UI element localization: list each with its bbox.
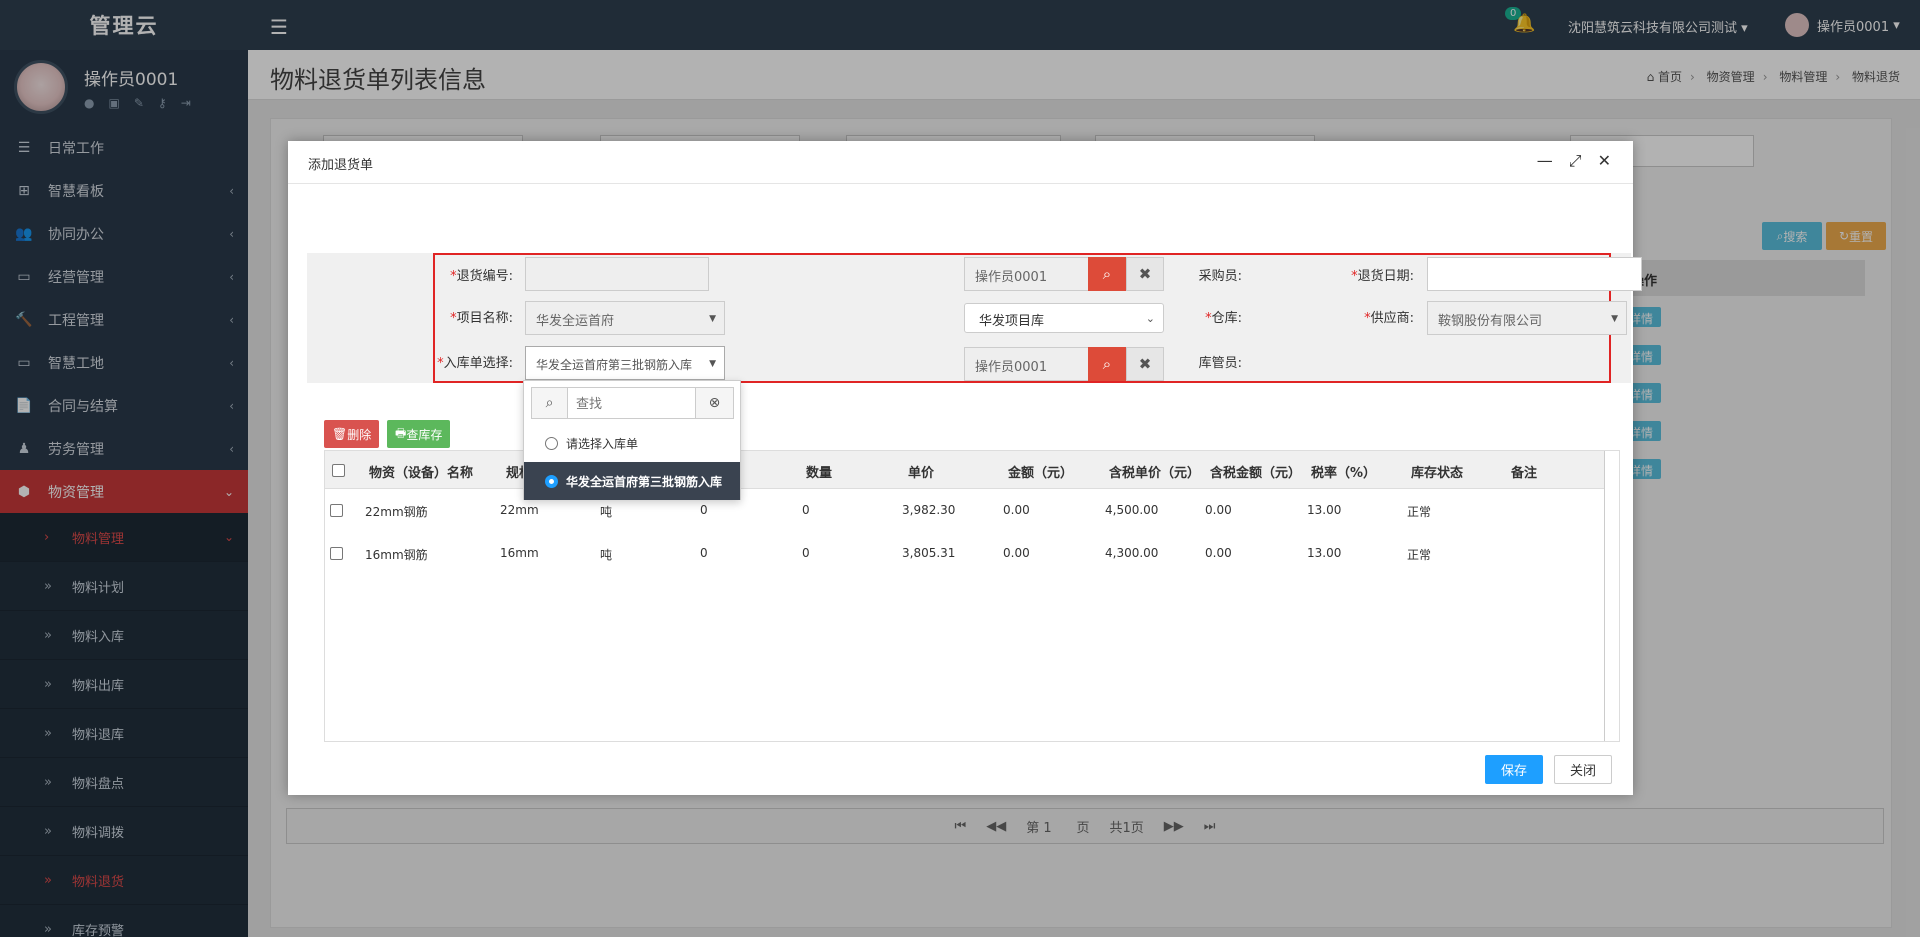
col-remark[interactable]: 备注 xyxy=(1511,462,1537,481)
col-rate[interactable]: 税率（%） xyxy=(1311,462,1376,481)
buyer-clear-button[interactable]: ✖ xyxy=(1126,257,1164,291)
maximize-icon[interactable]: ⤢ xyxy=(1569,151,1582,171)
search-icon: ⌕ xyxy=(1102,355,1112,373)
radio-button[interactable] xyxy=(545,436,558,450)
table-header: 物资（设备）名称 规格 上限 数量 单价 金额（元） 含税单价（元） 含税金额（… xyxy=(325,451,1605,489)
return-no-field[interactable] xyxy=(525,257,709,291)
caret-down-icon: ▼ xyxy=(709,359,716,369)
keeper-clear-button[interactable]: ✖ xyxy=(1126,347,1164,381)
select-all-checkbox[interactable] xyxy=(332,464,345,477)
add-return-modal: 添加退货单 — ⤢ ✕ *退货编号: 采购员: 操作员0001 ⌕ ✖ *退货日… xyxy=(288,141,1642,795)
project-select[interactable]: 华发全运首府 ▼ xyxy=(525,301,725,335)
return-no-label: *退货编号: xyxy=(450,269,513,284)
buyer-field[interactable]: 操作员0001 xyxy=(964,257,1089,291)
inbound-select[interactable]: 华发全运首府第三批钢筋入库 ▼ xyxy=(525,346,725,380)
dropdown-option[interactable]: 请选择入库单 xyxy=(524,424,740,462)
print-icon: 🖶 xyxy=(395,425,407,440)
items-table: 物资（设备）名称 规格 上限 数量 单价 金额（元） 含税单价（元） 含税金额（… xyxy=(324,450,1620,742)
caret-down-icon: ▼ xyxy=(1611,314,1618,324)
project-label: *项目名称: xyxy=(450,311,513,326)
inbound-label: *入库单选择: xyxy=(437,356,513,371)
dropdown-search-input[interactable] xyxy=(576,396,686,411)
minimize-icon[interactable]: — xyxy=(1537,151,1553,171)
buyer-label: 采购员: xyxy=(1198,269,1242,284)
keeper-label: 库管员: xyxy=(1198,356,1242,371)
table-row[interactable]: 22mm钢筋 22mm 吨 0 0 3,982.30 0.00 4,500.00… xyxy=(325,489,1605,532)
close-icon: ✖ xyxy=(1138,265,1152,283)
return-date-label: *退货日期: xyxy=(1351,269,1414,284)
table-scrollbar[interactable] xyxy=(1604,451,1605,741)
col-tax-amount[interactable]: 含税金额（元） xyxy=(1210,462,1301,481)
return-date-field[interactable] xyxy=(1427,257,1642,291)
buyer-search-button[interactable]: ⌕ xyxy=(1088,257,1126,291)
row-checkbox[interactable] xyxy=(330,504,343,517)
radio-button-checked[interactable] xyxy=(545,474,558,488)
keeper-search-button[interactable]: ⌕ xyxy=(1088,347,1126,381)
clear-circle-icon[interactable]: ⊗ xyxy=(695,388,733,418)
col-amount[interactable]: 金额（元） xyxy=(1008,462,1073,481)
chevron-down-icon: ⌄ xyxy=(1145,312,1155,325)
save-button[interactable]: 保存 xyxy=(1485,755,1543,784)
col-status[interactable]: 库存状态 xyxy=(1411,462,1463,481)
keeper-field[interactable]: 操作员0001 xyxy=(964,347,1089,381)
search-icon: ⌕ xyxy=(532,388,568,418)
trash-icon: 🗑 xyxy=(332,427,348,441)
col-qty[interactable]: 数量 xyxy=(806,462,832,481)
dropdown-option-selected[interactable]: 华发全运首府第三批钢筋入库 xyxy=(524,462,740,500)
col-price[interactable]: 单价 xyxy=(908,462,934,481)
table-row[interactable]: 16mm钢筋 16mm 吨 0 0 3,805.31 0.00 4,300.00… xyxy=(325,532,1605,575)
close-icon[interactable]: ✕ xyxy=(1598,151,1611,171)
col-name[interactable]: 物资（设备）名称 xyxy=(369,462,473,481)
supplier-select[interactable]: 鞍钢股份有限公司 ▼ xyxy=(1427,301,1627,335)
inbound-dropdown: ⌕ ⊗ 请选择入库单 华发全运首府第三批钢筋入库 xyxy=(523,380,741,500)
close-icon: ✖ xyxy=(1138,355,1152,373)
caret-down-icon: ▼ xyxy=(709,314,716,324)
check-stock-button[interactable]: 🖶 查库存 xyxy=(387,420,451,448)
warehouse-select[interactable]: 华发项目库 ⌄ xyxy=(964,303,1164,333)
modal-title: 添加退货单 xyxy=(308,158,374,173)
delete-button[interactable]: 🗑 删除 xyxy=(324,420,380,448)
search-icon: ⌕ xyxy=(1102,265,1112,283)
close-button[interactable]: 关闭 xyxy=(1554,755,1612,784)
supplier-label: *供应商: xyxy=(1364,311,1414,326)
dropdown-search: ⌕ ⊗ xyxy=(531,387,734,419)
row-checkbox[interactable] xyxy=(330,547,343,560)
col-tax-price[interactable]: 含税单价（元） xyxy=(1109,462,1200,481)
warehouse-label: *仓库: xyxy=(1205,311,1242,326)
